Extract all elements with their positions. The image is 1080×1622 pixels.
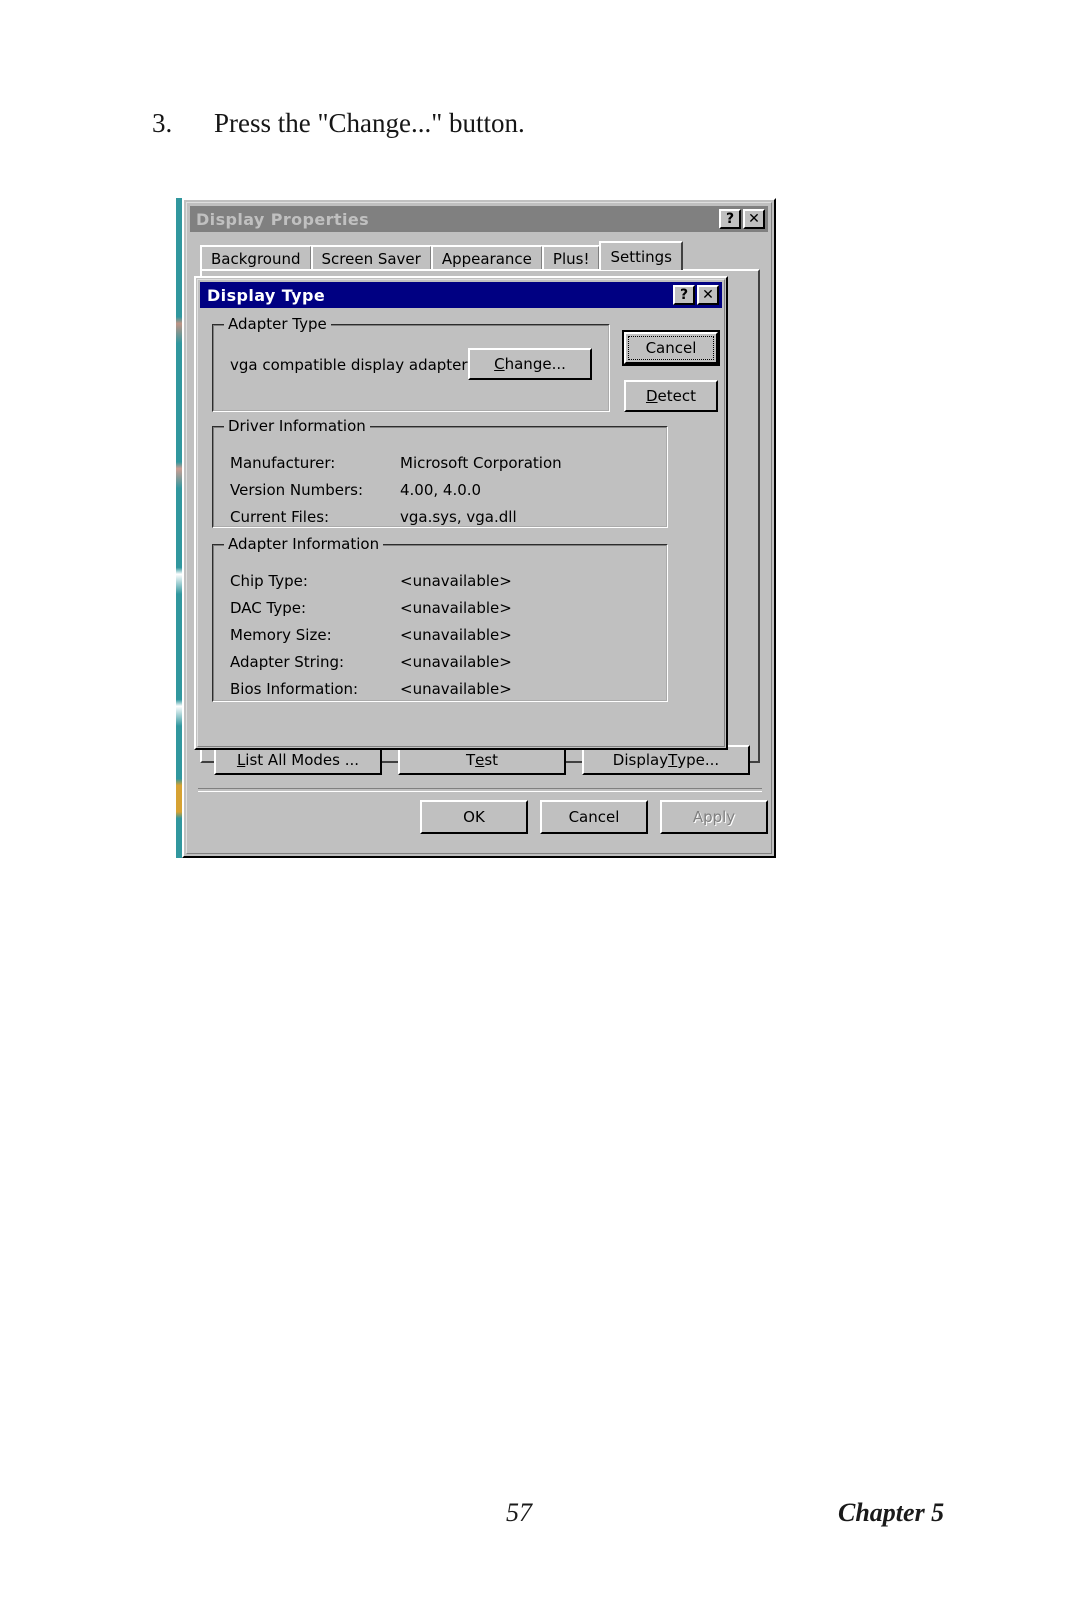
tab-settings[interactable]: Settings	[599, 241, 683, 270]
table-row: Adapter String: <unavailable>	[230, 653, 512, 680]
display-type-title: Display Type	[207, 285, 326, 305]
chapter-label: Chapter 5	[838, 1498, 945, 1527]
tab-appearance[interactable]: Appearance	[430, 245, 543, 270]
driver-value-version: 4.00, 4.0.0	[400, 481, 482, 499]
close-icon[interactable]: ✕	[697, 285, 719, 305]
adapter-value-memory-size: <unavailable>	[400, 626, 512, 644]
cancel-button-label: Cancel	[645, 339, 697, 357]
detect-button-label-rest: etect	[657, 387, 697, 405]
change-button-label-rest: hange...	[504, 355, 566, 373]
adapter-information-table: Chip Type: <unavailable> DAC Type: <unav…	[230, 572, 512, 707]
page-footer: 57 Chapter 5	[0, 1498, 1080, 1544]
driver-information-table: Manufacturer: Microsoft Corporation Vers…	[230, 454, 562, 535]
adapter-name-text: vga compatible display adapter	[230, 356, 468, 374]
adapter-information-group: Adapter Information Chip Type: <unavaila…	[212, 535, 668, 702]
detect-button[interactable]: Detect	[624, 380, 718, 412]
table-row: Chip Type: <unavailable>	[230, 572, 512, 599]
tab-plus[interactable]: Plus!	[541, 245, 601, 270]
page-number: 57	[506, 1498, 532, 1527]
adapter-label-memory-size: Memory Size:	[230, 626, 332, 644]
help-icon[interactable]: ?	[673, 285, 695, 305]
adapter-label-chip-type: Chip Type:	[230, 572, 308, 590]
tab-background[interactable]: Background	[200, 245, 312, 270]
adapter-label-adapter-string: Adapter String:	[230, 653, 345, 671]
modal-titlebar-button-group: ? ✕	[673, 285, 722, 305]
adapter-type-group: Adapter Type vga compatible display adap…	[212, 315, 610, 412]
display-properties-dialog-buttons: OK Cancel Apply	[420, 800, 768, 834]
list-all-modes-label-rest: ist All Modes ...	[245, 751, 360, 769]
cancel-button[interactable]: Cancel	[622, 330, 720, 366]
step-text: Press the "Change..." button.	[214, 108, 525, 138]
driver-information-group: Driver Information Manufacturer: Microso…	[212, 417, 668, 528]
display-properties-tabstrip: Background Screen Saver Appearance Plus!…	[200, 241, 760, 270]
instruction-step: 3. Press the "Change..." button.	[152, 108, 852, 139]
adapter-value-dac-type: <unavailable>	[400, 599, 512, 617]
table-row: Bios Information: <unavailable>	[230, 680, 512, 707]
display-properties-titlebar[interactable]: Display Properties ? ✕	[190, 206, 768, 232]
adapter-label-dac-type: DAC Type:	[230, 599, 307, 617]
table-row: Current Files: vga.sys, vga.dll	[230, 508, 562, 535]
adapter-value-bios-information: <unavailable>	[400, 680, 512, 698]
driver-label-current-files: Current Files:	[230, 508, 330, 526]
adapter-label-bios-information: Bios Information:	[230, 680, 359, 698]
apply-button: Apply	[660, 800, 768, 834]
display-type-dialog: Display Type ? ✕ Adapter Type vga compat…	[194, 276, 728, 750]
driver-value-current-files: vga.sys, vga.dll	[400, 508, 517, 526]
cancel-button[interactable]: Cancel	[540, 800, 648, 834]
adapter-information-legend: Adapter Information	[224, 535, 384, 553]
table-row: DAC Type: <unavailable>	[230, 599, 512, 626]
driver-label-manufacturer: Manufacturer:	[230, 454, 336, 472]
adapter-value-adapter-string: <unavailable>	[400, 653, 512, 671]
footer-separator	[198, 788, 762, 792]
display-type-titlebar[interactable]: Display Type ? ✕	[200, 282, 722, 308]
help-icon[interactable]: ?	[719, 209, 741, 229]
table-row: Memory Size: <unavailable>	[230, 626, 512, 653]
ok-button[interactable]: OK	[420, 800, 528, 834]
driver-label-version: Version Numbers:	[230, 481, 364, 499]
step-number: 3.	[152, 108, 173, 138]
tab-screen-saver[interactable]: Screen Saver	[310, 245, 432, 270]
change-button[interactable]: Change...	[468, 348, 592, 380]
close-icon[interactable]: ✕	[743, 209, 765, 229]
driver-value-manufacturer: Microsoft Corporation	[400, 454, 562, 472]
table-row: Manufacturer: Microsoft Corporation	[230, 454, 562, 481]
titlebar-button-group: ? ✕	[719, 209, 768, 229]
display-properties-title: Display Properties	[196, 209, 370, 229]
table-row: Version Numbers: 4.00, 4.0.0	[230, 481, 562, 508]
driver-information-legend: Driver Information	[224, 417, 370, 435]
adapter-type-legend: Adapter Type	[224, 315, 331, 333]
adapter-value-chip-type: <unavailable>	[400, 572, 512, 590]
